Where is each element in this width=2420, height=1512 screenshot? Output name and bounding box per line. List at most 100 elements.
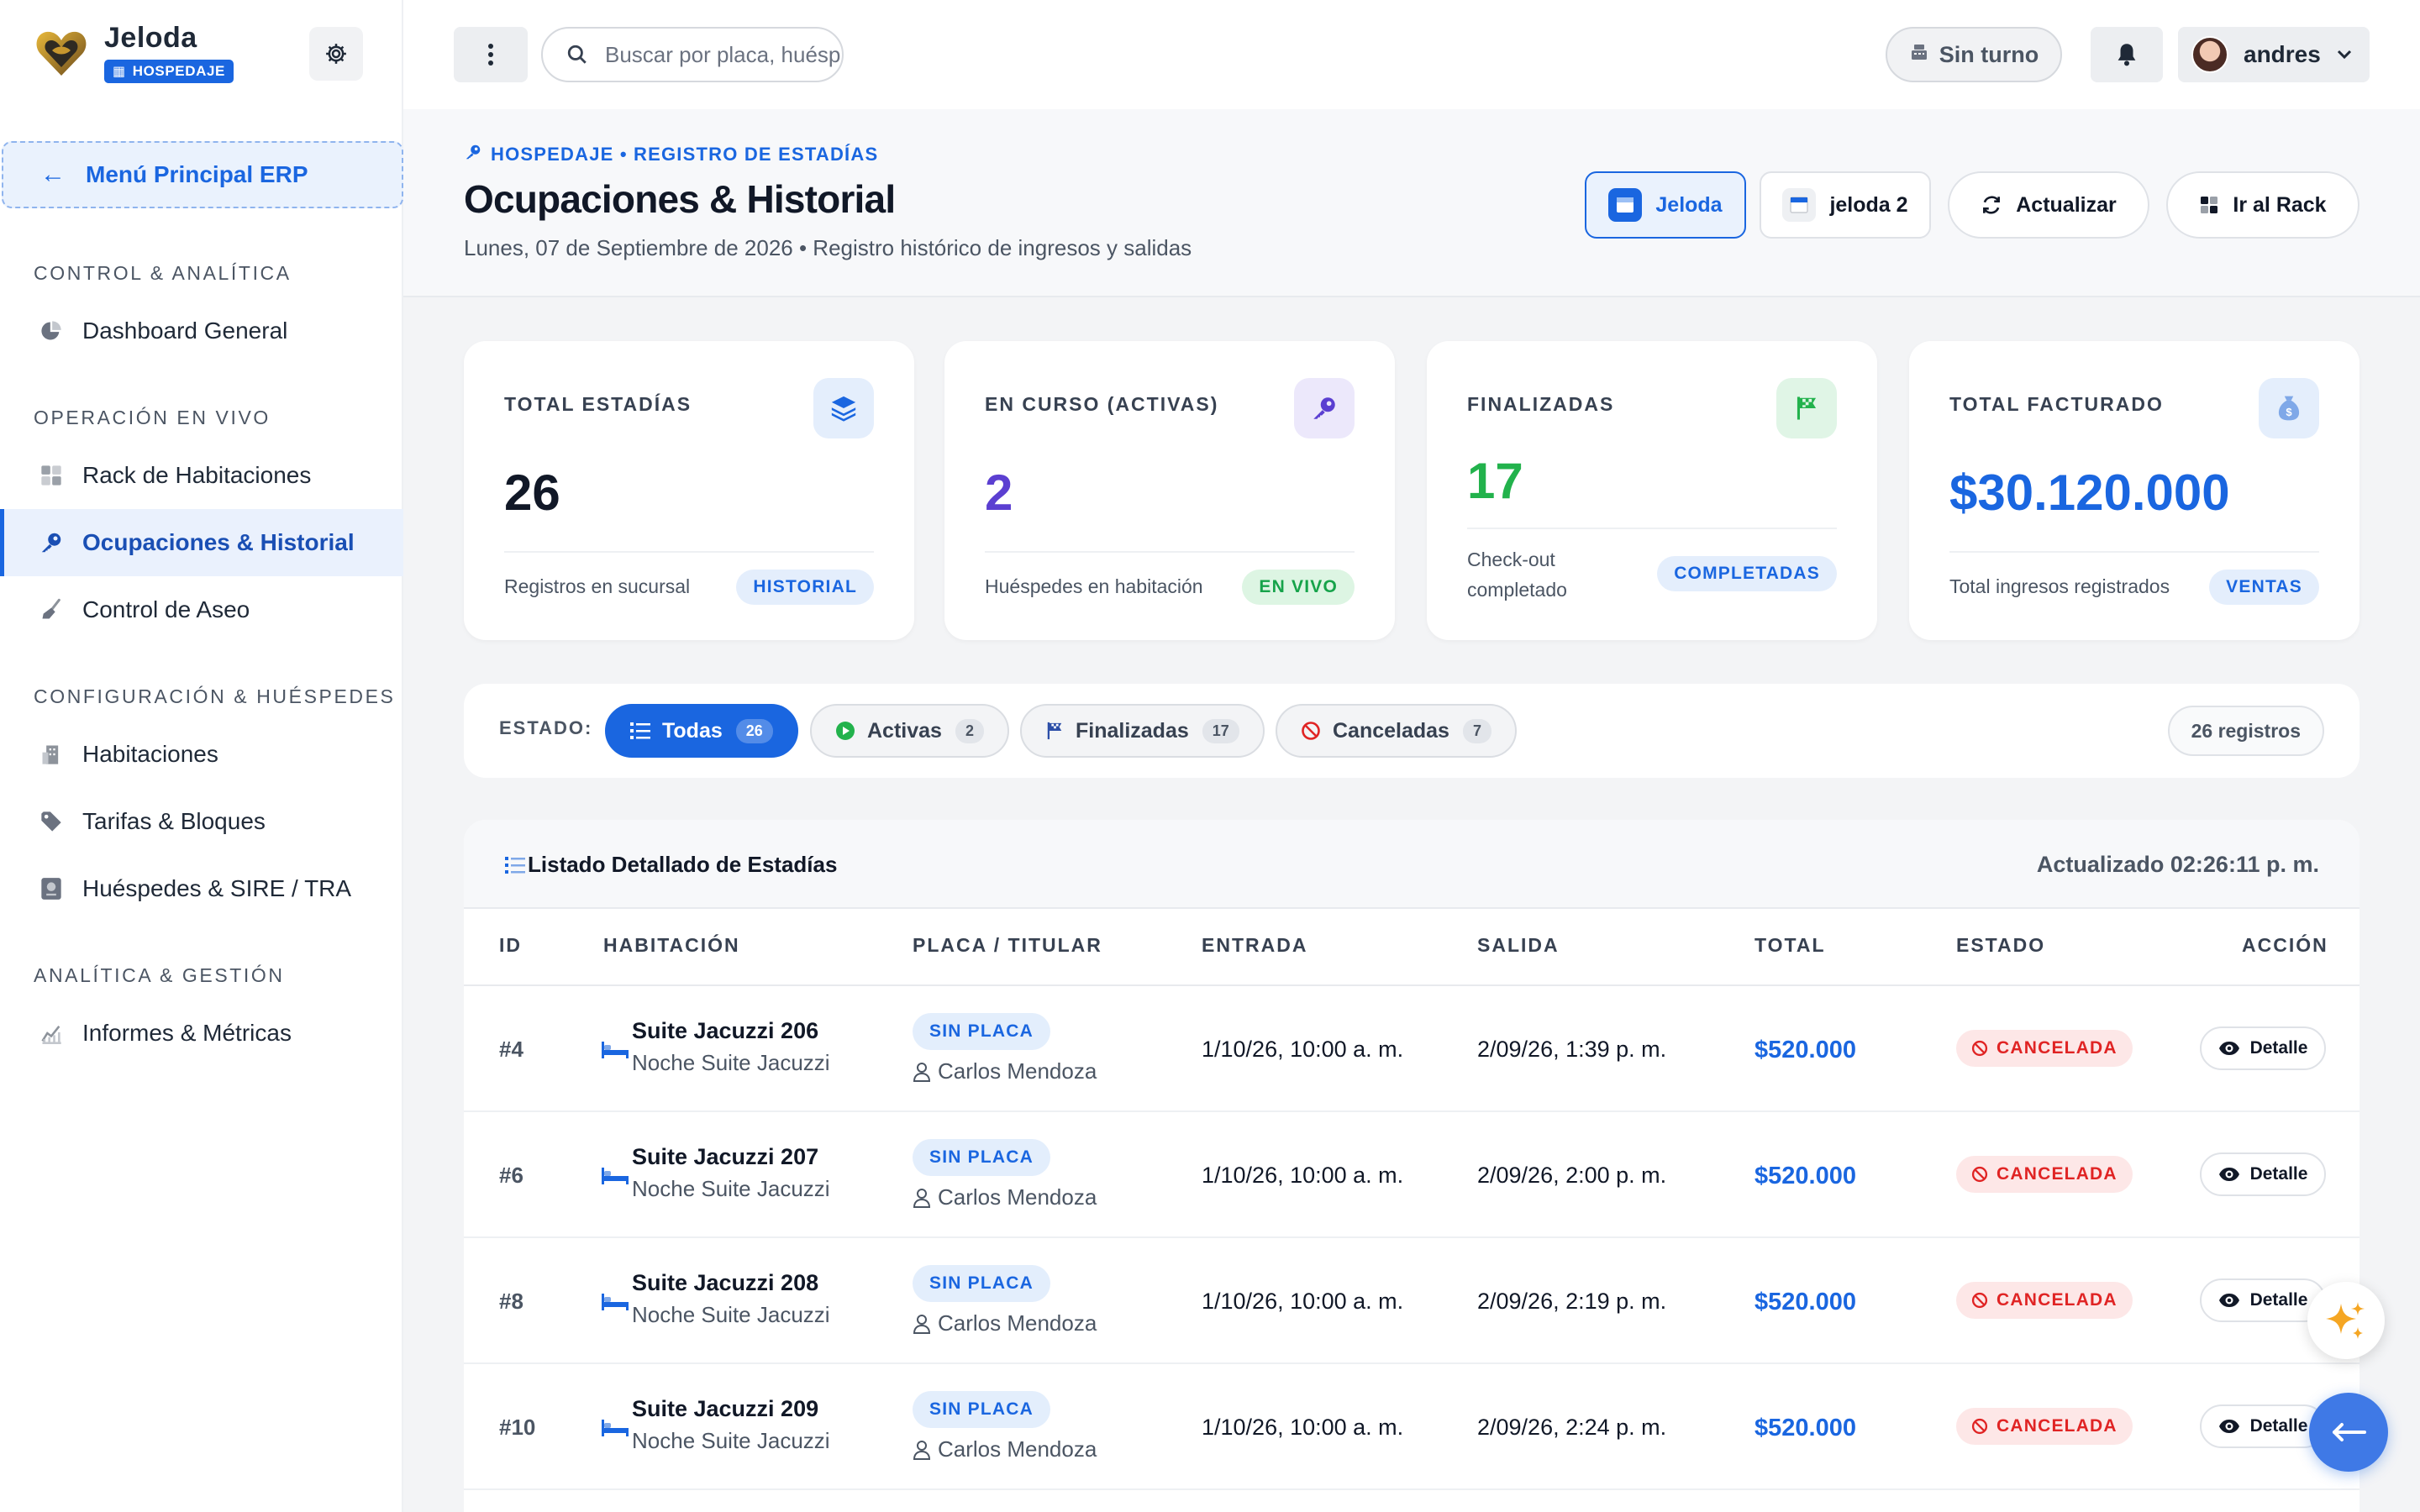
- branch-jeloda-button[interactable]: Jeloda: [1585, 171, 1746, 239]
- table-title-label: Listado Detallado de Estadías: [528, 852, 838, 877]
- ai-assistant-button[interactable]: [2307, 1282, 2385, 1359]
- go-to-rack-button[interactable]: Ir al Rack: [2166, 171, 2360, 239]
- stat-badge: VENTAS: [2209, 570, 2319, 605]
- stat-badge: HISTORIAL: [736, 570, 874, 605]
- stat-card-active: EN CURSO (ACTIVAS) 2 Huéspedes en habita…: [944, 341, 1395, 640]
- divider: [1467, 528, 1837, 529]
- stat-badge: COMPLETADAS: [1657, 556, 1837, 591]
- stat-footnote: Huéspedes en habitación: [985, 575, 1203, 597]
- filter-chip-finalizadas[interactable]: Finalizadas 17: [1020, 704, 1265, 758]
- filter-chip-activas[interactable]: Activas 2: [810, 704, 1009, 758]
- search-icon: [567, 45, 587, 64]
- flag-icon: [1045, 721, 1064, 741]
- table-row[interactable]: #8 Suite Jacuzzi 208 Noche Suite Jacuzzi…: [464, 1238, 2360, 1364]
- sidebar-item-ocupaciones[interactable]: Ocupaciones & Historial: [0, 509, 403, 576]
- table-row[interactable]: #6 Suite Jacuzzi 207 Noche Suite Jacuzzi…: [464, 1112, 2360, 1238]
- sidebar-item-rack[interactable]: Rack de Habitaciones: [0, 442, 403, 509]
- status-filter-bar: ESTADO: Todas 26 Activas 2 Finalizadas 1…: [464, 684, 2360, 778]
- main-menu-button[interactable]: ← Menú Principal ERP: [2, 141, 403, 208]
- detail-button[interactable]: Detalle: [2200, 1026, 2326, 1070]
- row-id: #4: [499, 1037, 523, 1062]
- section-title-control: CONTROL & ANALÍTICA: [34, 262, 292, 284]
- tag-icon: [39, 809, 64, 834]
- bed-icon: [602, 1042, 629, 1058]
- entry-time: 1/10/26, 10:00 a. m.: [1202, 1037, 1404, 1062]
- status-badge: CANCELADA: [1956, 1030, 2133, 1067]
- filter-chip-todas[interactable]: Todas 26: [605, 704, 798, 758]
- table-row[interactable]: #10 Suite Jacuzzi 209 Noche Suite Jacuzz…: [464, 1364, 2360, 1490]
- list-icon: [630, 722, 650, 740]
- sidebar-item-label: Huéspedes & SIRE / TRA: [82, 875, 352, 901]
- row-total: $520.000: [1754, 1037, 1856, 1063]
- sidebar-item-dashboard[interactable]: Dashboard General: [0, 297, 403, 365]
- back-button[interactable]: [2309, 1393, 2388, 1472]
- table-row[interactable]: #4 Suite Jacuzzi 206 Noche Suite Jacuzzi…: [464, 986, 2360, 1112]
- pie-chart-icon: [39, 318, 64, 344]
- main-menu-label: Menú Principal ERP: [86, 161, 308, 187]
- column-header-room[interactable]: HABITACIÓN: [603, 934, 740, 957]
- brand-name: Jeloda: [104, 22, 197, 54]
- search-box[interactable]: [541, 27, 844, 82]
- column-header-id[interactable]: ID: [499, 934, 522, 957]
- key-icon: [1294, 378, 1355, 438]
- branch-2-label: jeloda 2: [1829, 192, 1908, 217]
- column-header-plate[interactable]: PLACA / TITULAR: [913, 934, 1102, 957]
- building-icon: [39, 742, 64, 767]
- stat-footnote: Registros en sucursal: [504, 575, 691, 597]
- stat-value: 17: [1467, 453, 1523, 509]
- holder: Carlos Mendoza: [913, 1310, 1097, 1336]
- brand[interactable]: Jeloda ▦ HOSPEDAJE: [34, 22, 234, 83]
- eye-icon: [2218, 1419, 2240, 1434]
- status-label: CANCELADA: [1996, 1038, 2118, 1058]
- divider: [985, 551, 1355, 553]
- avatar: [2191, 36, 2228, 73]
- filter-chip-canceladas[interactable]: Canceladas 7: [1276, 704, 1517, 758]
- sidebar-item-tarifas[interactable]: Tarifas & Bloques: [0, 788, 403, 855]
- sidebar-item-huespedes[interactable]: Huéspedes & SIRE / TRA: [0, 855, 403, 922]
- grid-icon: [39, 463, 64, 488]
- status-label: CANCELADA: [1996, 1290, 2118, 1310]
- sidebar-item-label: Rack de Habitaciones: [82, 462, 312, 488]
- exit-time: 2/09/26, 2:24 p. m.: [1477, 1415, 1667, 1440]
- detail-button[interactable]: Detalle: [2200, 1404, 2326, 1448]
- stat-footnote: Total ingresos registrados: [1949, 575, 2170, 597]
- exit-time: 2/09/26, 2:00 p. m.: [1477, 1163, 1667, 1188]
- sidebar-item-habitaciones[interactable]: Habitaciones: [0, 721, 403, 788]
- flag-icon: [1776, 378, 1837, 438]
- stat-card-total: TOTAL ESTADÍAS 26 Registros en sucursal …: [464, 341, 914, 640]
- settings-button[interactable]: [309, 27, 363, 81]
- cancel-icon: [1971, 1292, 1988, 1309]
- search-input[interactable]: [605, 41, 840, 68]
- holder-name: Carlos Mendoza: [938, 1310, 1097, 1336]
- bell-icon: [2118, 44, 2136, 66]
- last-updated: Actualizado 02:26:11 p. m.: [2036, 852, 2319, 877]
- line-chart-icon: [39, 1021, 64, 1046]
- topbar: Sin turno andres: [403, 0, 2420, 109]
- arrow-left-icon: [2333, 1423, 2366, 1441]
- user-menu[interactable]: andres: [2178, 27, 2370, 82]
- holder-name: Carlos Mendoza: [938, 1184, 1097, 1210]
- filter-chip-label: Canceladas: [1333, 718, 1449, 743]
- filter-label: ESTADO:: [499, 717, 593, 738]
- refresh-button[interactable]: Actualizar: [1948, 171, 2149, 239]
- row-id: #6: [499, 1163, 523, 1188]
- notifications-button[interactable]: [2091, 27, 2163, 82]
- stat-label: FINALIZADAS: [1467, 393, 1615, 415]
- more-options-button[interactable]: [454, 27, 528, 82]
- room-type: Noche Suite Jacuzzi: [632, 1176, 830, 1201]
- detail-button[interactable]: Detalle: [2200, 1152, 2326, 1196]
- column-header-exit[interactable]: SALIDA: [1477, 934, 1560, 957]
- sidebar-item-aseo[interactable]: Control de Aseo: [0, 576, 403, 643]
- list-icon: [504, 856, 526, 874]
- sidebar-item-informes[interactable]: Informes & Métricas: [0, 1000, 403, 1067]
- sidebar-item-label: Ocupaciones & Historial: [82, 529, 355, 555]
- entry-time: 1/10/26, 10:00 a. m.: [1202, 1289, 1404, 1314]
- shift-button[interactable]: Sin turno: [1886, 27, 2062, 82]
- row-total: $520.000: [1754, 1163, 1856, 1189]
- column-header-entry[interactable]: ENTRADA: [1202, 934, 1307, 957]
- sidebar-item-label: Informes & Métricas: [82, 1020, 292, 1046]
- column-header-status[interactable]: ESTADO: [1956, 934, 2045, 957]
- column-header-total[interactable]: TOTAL: [1754, 934, 1826, 957]
- branch-jeloda2-button[interactable]: jeloda 2: [1760, 171, 1931, 239]
- passport-icon: [39, 876, 64, 901]
